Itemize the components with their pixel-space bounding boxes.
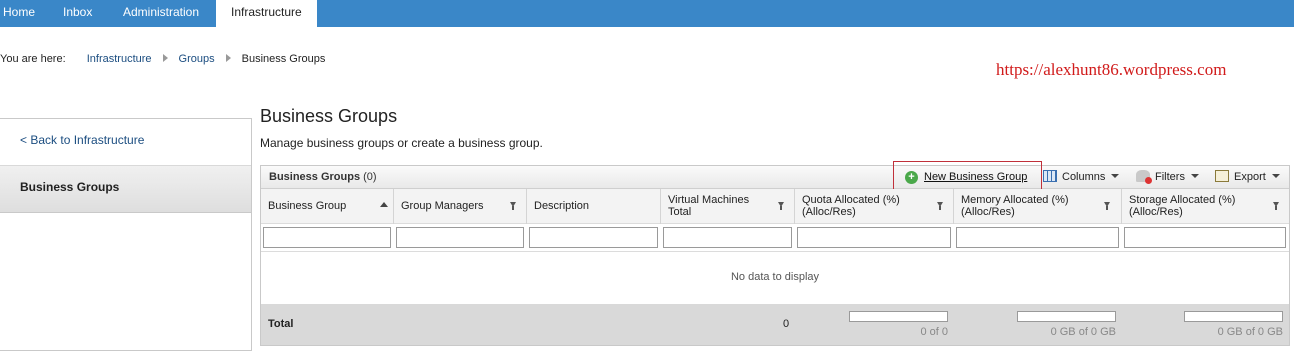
new-business-group-button[interactable]: + New Business Group	[893, 161, 1042, 191]
tab-infrastructure[interactable]: Infrastructure	[216, 0, 317, 27]
column-header-label: Group Managers	[401, 200, 484, 212]
export-label: Export	[1234, 171, 1266, 183]
column-filter-icon[interactable]	[1273, 202, 1279, 210]
tab-inbox[interactable]: Inbox	[63, 0, 92, 27]
column-header-business-group[interactable]: Business Group	[261, 189, 394, 224]
filter-input-virtual-machines[interactable]	[663, 227, 792, 248]
filter-input-group-managers[interactable]	[396, 227, 524, 248]
breadcrumb-link-groups[interactable]: Groups	[179, 53, 215, 65]
column-header-label: Quota Allocated (%) (Alloc/Res)	[802, 194, 900, 218]
new-business-group-label: New Business Group	[924, 171, 1028, 183]
column-header-virtual-machines-total[interactable]: Virtual Machines Total	[661, 189, 795, 224]
column-filter-icon[interactable]	[937, 202, 943, 210]
columns-menu-button[interactable]: Columns	[1043, 170, 1120, 183]
breadcrumb-current: Business Groups	[241, 53, 326, 65]
plus-icon: +	[905, 171, 918, 184]
column-filter-icon[interactable]	[778, 202, 784, 210]
quota-usage-text: 0 of 0	[920, 326, 948, 338]
breadcrumb-prefix: You are here:	[0, 53, 66, 65]
storage-usage-bar	[1184, 311, 1283, 322]
breadcrumb-separator-icon	[162, 54, 168, 62]
column-header-storage-allocated[interactable]: Storage Allocated (%) (Alloc/Res)	[1122, 189, 1289, 224]
column-header-label: Business Group	[268, 200, 347, 212]
export-icon	[1215, 170, 1229, 182]
column-header-memory-allocated[interactable]: Memory Allocated (%) (Alloc/Res)	[954, 189, 1122, 224]
filters-label: Filters	[1155, 171, 1185, 183]
columns-icon	[1043, 170, 1057, 182]
chevron-down-icon	[1190, 174, 1199, 178]
filter-input-quota-allocated[interactable]	[797, 227, 951, 248]
watermark-url: https://alexhunt86.wordpress.com	[996, 60, 1227, 79]
top-nav-bar: Home Inbox Administration Infrastructure	[0, 0, 1294, 27]
total-label: Total	[268, 318, 294, 330]
quota-usage-bar	[849, 311, 948, 322]
filter-input-business-group[interactable]	[263, 227, 391, 248]
storage-usage-text: 0 GB of 0 GB	[1217, 326, 1283, 338]
grid-toolbar: Business Groups (0) + New Business Group…	[261, 161, 1289, 191]
sidebar: < Back to Infrastructure Business Groups	[0, 118, 252, 351]
total-virtual-machines: 0	[783, 318, 790, 330]
tab-home[interactable]: Home	[3, 0, 35, 27]
column-header-label: Memory Allocated (%) (Alloc/Res)	[961, 194, 1069, 218]
filter-input-storage-allocated[interactable]	[1124, 227, 1286, 248]
column-header-label: Virtual Machines Total	[668, 194, 750, 218]
column-header-description[interactable]: Description	[527, 189, 661, 224]
grid-title-text: Business Groups	[269, 171, 361, 183]
export-menu-button[interactable]: Export	[1215, 170, 1280, 183]
business-groups-grid: Business Groups (0) + New Business Group…	[260, 161, 1290, 346]
back-to-infrastructure-link[interactable]: < Back to Infrastructure	[0, 119, 251, 166]
grid-total-row: Total 0 0 of 0 0 GB of 0 GB 0 GB of 0 GB	[261, 304, 1289, 345]
columns-label: Columns	[1062, 171, 1106, 183]
column-filter-icon[interactable]	[1104, 202, 1110, 210]
filter-icon	[1136, 170, 1152, 184]
column-header-label: Description	[534, 200, 590, 212]
sort-ascending-icon[interactable]	[380, 202, 388, 207]
filter-input-memory-allocated[interactable]	[956, 227, 1119, 248]
column-header-quota-allocated[interactable]: Quota Allocated (%) (Alloc/Res)	[795, 189, 954, 224]
memory-usage-bar	[1017, 311, 1116, 322]
filter-input-description[interactable]	[529, 227, 658, 248]
empty-state-message: No data to display	[730, 271, 820, 283]
column-filter-icon[interactable]	[510, 202, 516, 210]
grid-title: Business Groups (0)	[269, 171, 377, 183]
tab-administration[interactable]: Administration	[123, 0, 199, 27]
column-header-group-managers[interactable]: Group Managers	[394, 189, 527, 224]
page-title: Business Groups	[260, 106, 398, 126]
grid-column-headers: Business Group Group Managers Descriptio…	[261, 189, 1289, 224]
filters-menu-button[interactable]: Filters	[1136, 170, 1199, 184]
sidebar-item-business-groups[interactable]: Business Groups	[0, 166, 251, 213]
breadcrumb: You are here: Infrastructure Groups Busine…	[0, 53, 325, 65]
chevron-down-icon	[1271, 174, 1280, 178]
breadcrumb-link-infrastructure[interactable]: Infrastructure	[87, 53, 152, 65]
chevron-down-icon	[1111, 174, 1120, 178]
grid-filter-row	[261, 225, 1289, 252]
grid-count: (0)	[363, 171, 377, 183]
page-description: Manage business groups or create a busin…	[260, 136, 543, 150]
memory-usage-text: 0 GB of 0 GB	[1050, 326, 1116, 338]
breadcrumb-separator-icon	[225, 54, 231, 62]
column-header-label: Storage Allocated (%) (Alloc/Res)	[1129, 194, 1236, 218]
